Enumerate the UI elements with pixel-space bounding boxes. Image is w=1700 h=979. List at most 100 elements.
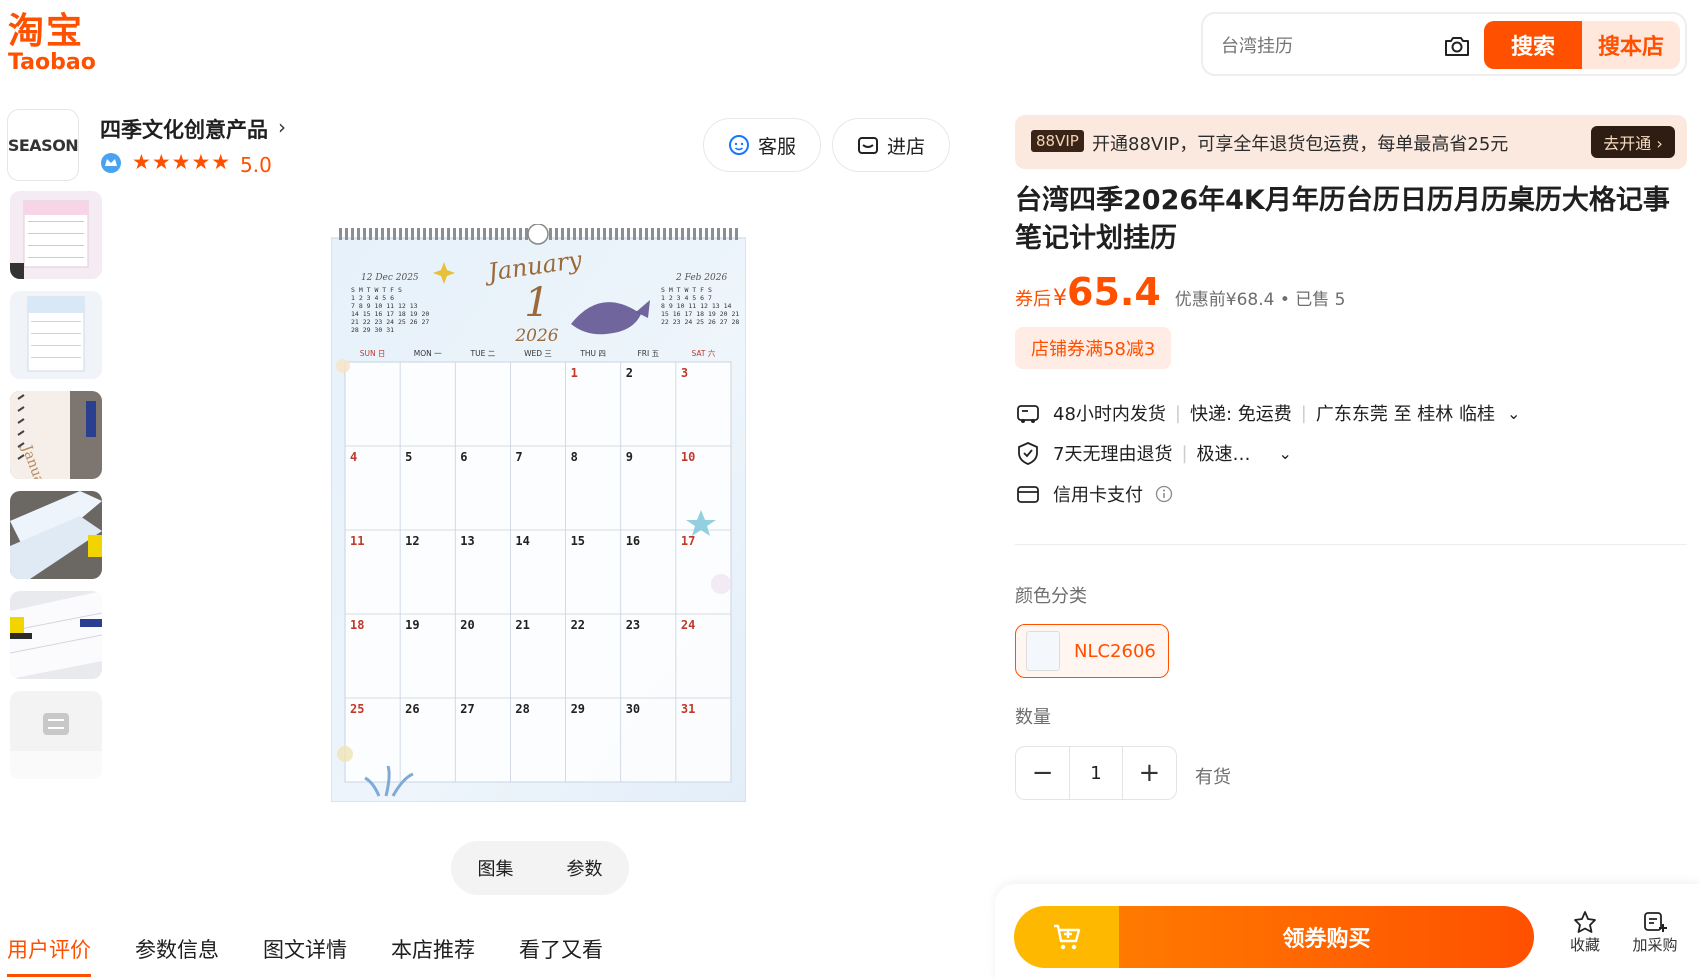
chevron-down-icon: ⌄ bbox=[1278, 443, 1292, 463]
buy-bar: 领券购买 收藏 加采购 bbox=[995, 884, 1700, 979]
calendar-day: 25 bbox=[350, 702, 364, 716]
camera-icon[interactable] bbox=[1442, 31, 1472, 61]
gallery-thumbnail[interactable] bbox=[10, 591, 102, 679]
binding-ring bbox=[495, 228, 498, 240]
price-original-sold: 优惠前¥68.4 • 已售 5 bbox=[1174, 290, 1346, 310]
binding-ring bbox=[717, 228, 720, 240]
binding-ring bbox=[477, 228, 480, 240]
search-input[interactable] bbox=[1221, 34, 1421, 58]
tab-reviews[interactable]: 用户评价 bbox=[7, 934, 91, 977]
ship-time: 48小时内发货 bbox=[1053, 404, 1166, 425]
shop-coupon[interactable]: 店铺券满58减3 bbox=[1015, 327, 1172, 369]
add-purchase-button[interactable]: 加采购 bbox=[1620, 910, 1690, 955]
add-to-cart-button[interactable] bbox=[1014, 906, 1119, 968]
tab-params[interactable]: 参数 bbox=[567, 855, 603, 881]
shop-logo[interactable]: SEASON bbox=[7, 109, 79, 181]
binding-ring bbox=[417, 228, 420, 240]
binding-ring bbox=[693, 228, 696, 240]
search-button[interactable]: 搜索 bbox=[1484, 21, 1582, 69]
svg-text:28 29 30 31: 28 29 30 31 bbox=[351, 326, 394, 334]
chevron-right-icon[interactable]: › bbox=[278, 115, 286, 139]
binding-ring bbox=[723, 228, 726, 240]
tab-also-viewed[interactable]: 看了又看 bbox=[519, 934, 603, 977]
calendar-day: 27 bbox=[460, 702, 474, 716]
binding-ring bbox=[663, 228, 666, 240]
enter-shop-label: 进店 bbox=[886, 135, 925, 158]
thumbnail-image: January bbox=[10, 391, 102, 479]
calendar-day: 11 bbox=[350, 534, 364, 548]
info-icon[interactable] bbox=[1155, 485, 1173, 503]
calendar-day: 24 bbox=[681, 618, 695, 632]
vip-text: 开通88VIP，可享全年退货包运费，每单最高省25元 bbox=[1092, 134, 1509, 155]
delivery-row[interactable]: 48小时内发货 | 快递: 免运费 | 广东东莞 至 桂林 临桂 ⌄ bbox=[1015, 400, 1520, 426]
binding-ring bbox=[687, 228, 690, 240]
service-label: 客服 bbox=[757, 135, 796, 158]
crown-badge-icon bbox=[101, 153, 121, 173]
binding-ring bbox=[699, 228, 702, 240]
shop-name[interactable]: 四季文化创意产品 bbox=[100, 114, 268, 144]
binding-ring bbox=[633, 228, 636, 240]
thumbnail-image bbox=[10, 491, 102, 579]
tab-shop-recommend[interactable]: 本店推荐 bbox=[391, 934, 475, 977]
price-currency: ¥ bbox=[1053, 286, 1067, 311]
customer-service-button[interactable]: 客服 bbox=[703, 118, 821, 172]
logo-cn: 淘宝 bbox=[8, 11, 85, 52]
gallery-thumbnail[interactable]: January bbox=[10, 391, 102, 479]
gallery-thumbnail-more[interactable] bbox=[10, 691, 102, 779]
mini-calendar-prev: 12 Dec 2025 bbox=[361, 273, 419, 283]
quantity-decrease-button[interactable]: − bbox=[1016, 747, 1069, 799]
returns-text: 7天无理由退货 bbox=[1053, 444, 1173, 465]
svg-text:S M T W T F S: S M T W T F S bbox=[661, 286, 712, 294]
calendar-day: 21 bbox=[515, 618, 529, 632]
credit-card-icon bbox=[1017, 486, 1039, 503]
svg-text:1 2 3 4 5 6 7: 1 2 3 4 5 6 7 bbox=[661, 294, 712, 302]
binding-ring bbox=[639, 228, 642, 240]
svg-text:8 9 10 11 12 13 14: 8 9 10 11 12 13 14 bbox=[661, 302, 732, 310]
vip-open-button[interactable]: 去开通 › bbox=[1591, 126, 1675, 158]
quantity-label: 数量 bbox=[1015, 707, 1051, 728]
binding-ring bbox=[369, 228, 372, 240]
tab-gallery[interactable]: 图集 bbox=[478, 855, 514, 881]
quantity-input[interactable]: 1 bbox=[1069, 747, 1123, 799]
returns-row[interactable]: 7天无理由退货 | 极速… ⌄ bbox=[1015, 440, 1292, 466]
search-store-button[interactable]: 搜本店 bbox=[1582, 21, 1680, 69]
gallery-thumbnail[interactable] bbox=[10, 491, 102, 579]
favorite-button[interactable]: 收藏 bbox=[1555, 910, 1615, 955]
detail-tabs: 用户评价 参数信息 图文详情 本店推荐 看了又看 bbox=[7, 934, 603, 977]
binding-ring bbox=[705, 228, 708, 240]
binding-ring bbox=[441, 228, 444, 240]
star-icon bbox=[1574, 911, 1596, 933]
taobao-logo[interactable]: 淘宝 Taobao bbox=[8, 14, 96, 74]
add-purchase-label: 加采购 bbox=[1632, 936, 1678, 954]
gallery-thumbnail[interactable] bbox=[10, 191, 102, 279]
binding-ring bbox=[615, 228, 618, 240]
binding-ring bbox=[651, 228, 654, 240]
logo-en: Taobao bbox=[8, 50, 96, 75]
svg-text:22 23 24 25 26 27 28: 22 23 24 25 26 27 28 bbox=[661, 318, 739, 326]
calendar-day: 19 bbox=[405, 618, 419, 632]
calendar-weekday: WED 三 bbox=[524, 349, 552, 358]
buy-now-button[interactable]: 领券购买 bbox=[1119, 906, 1534, 968]
gallery-thumbnail[interactable] bbox=[10, 291, 102, 379]
binding-ring bbox=[609, 228, 612, 240]
enter-shop-button[interactable]: 进店 bbox=[832, 118, 950, 172]
calendar-day: 18 bbox=[350, 618, 364, 632]
binding-ring bbox=[573, 228, 576, 240]
calendar-day: 8 bbox=[571, 450, 578, 464]
gallery-tabs: 图集 参数 bbox=[451, 841, 629, 895]
binding-ring bbox=[519, 228, 522, 240]
product-main-image[interactable]: January 1 2026 12 Dec 2025 S M T W T F S… bbox=[331, 224, 746, 802]
tab-details[interactable]: 图文详情 bbox=[263, 934, 347, 977]
binding-ring bbox=[657, 228, 660, 240]
tab-specs[interactable]: 参数信息 bbox=[135, 934, 219, 977]
binding-ring bbox=[729, 228, 732, 240]
binding-ring bbox=[513, 228, 516, 240]
payment-row: 信用卡支付 bbox=[1015, 481, 1173, 507]
calendar-day: 22 bbox=[571, 618, 585, 632]
quantity-increase-button[interactable]: + bbox=[1123, 747, 1176, 799]
binding-ring bbox=[387, 228, 390, 240]
calendar-weekday: THU 四 bbox=[579, 349, 606, 358]
sku-option[interactable]: NLC2606 bbox=[1015, 624, 1169, 678]
stock-status: 有货 bbox=[1195, 767, 1231, 788]
express-info: 快递: 免运费 bbox=[1189, 404, 1292, 425]
